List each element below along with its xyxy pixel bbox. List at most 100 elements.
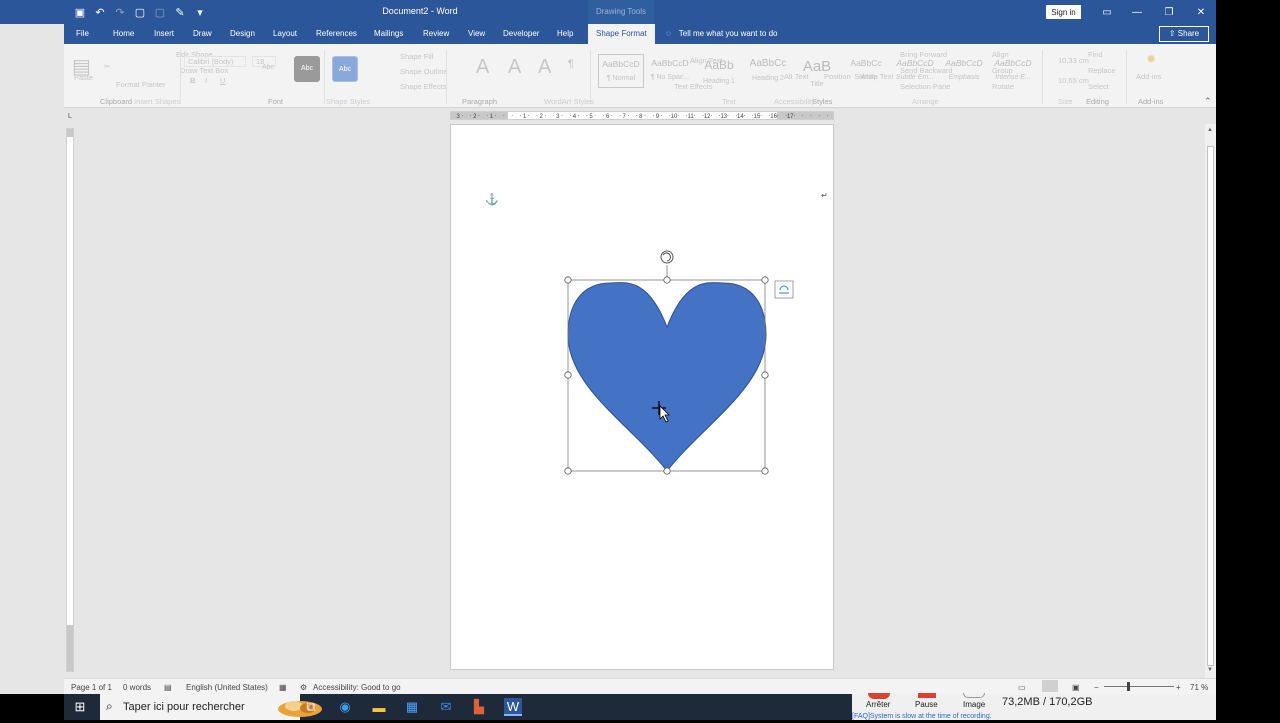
align-button[interactable]: Align — [992, 50, 1009, 59]
wordart-a2-icon[interactable]: A — [508, 56, 521, 79]
shape-height-box[interactable]: 10,33 cm — [1058, 56, 1089, 65]
document-page[interactable]: ⚓ ↵ — [450, 124, 834, 670]
scrollbar-thumb[interactable] — [1207, 146, 1214, 666]
shape-width-box[interactable]: 10,65 cm — [1058, 76, 1089, 85]
tab-developer[interactable]: Developer — [503, 24, 539, 44]
language-indicator[interactable]: English (United States) — [186, 683, 268, 692]
resize-handle-sw[interactable] — [564, 467, 572, 475]
ribbon-display-options-icon[interactable]: ▭ — [1092, 0, 1122, 24]
underline-button[interactable]: U — [220, 76, 225, 85]
selection-pane-button[interactable]: Selection Pane — [900, 82, 950, 91]
add-ins-button[interactable]: Add-ins — [1136, 72, 1161, 81]
scroll-up-icon[interactable]: ▲ — [1207, 127, 1213, 133]
share-button[interactable]: ⇧ Share — [1159, 26, 1209, 42]
word-count[interactable]: 0 words — [123, 683, 151, 692]
camera-icon[interactable] — [963, 693, 985, 698]
zoom-slider-thumb[interactable] — [1127, 682, 1130, 691]
style-subtitle[interactable]: AaBbCc Subtitle — [843, 54, 889, 88]
file-explorer-icon[interactable]: ▬ — [370, 698, 388, 716]
style-normal[interactable]: AaBbCcD ¶ Normal — [598, 54, 644, 88]
tab-insert[interactable]: Insert — [154, 24, 174, 44]
print-layout-icon[interactable] — [1042, 680, 1058, 692]
style-title[interactable]: AaB Title — [794, 54, 840, 88]
style-heading-2[interactable]: AaBbCc Heading 2 — [745, 54, 791, 88]
format-painter-button[interactable]: Format Painter — [116, 80, 166, 89]
minimize-button[interactable]: — — [1122, 0, 1152, 24]
wordart-a3-icon[interactable]: A — [538, 56, 551, 79]
resize-handle-se[interactable] — [761, 467, 769, 475]
bring-forward-button[interactable]: Bring Forward — [900, 50, 947, 59]
sign-in-button[interactable]: Sign in — [1046, 5, 1081, 19]
shape-style-gray[interactable]: Abc — [294, 56, 320, 82]
resize-handle-w[interactable] — [564, 371, 572, 379]
select-button[interactable]: Select — [1088, 82, 1109, 91]
tab-layout[interactable]: Layout — [273, 24, 297, 44]
add-ins-icon[interactable]: ✹ — [1146, 52, 1156, 66]
accessibility-status[interactable]: Accessibility: Good to go — [313, 683, 401, 692]
tab-home[interactable]: Home — [113, 24, 134, 44]
store-icon[interactable]: ▦ — [403, 698, 421, 716]
proofing-icon[interactable]: ▤ — [164, 683, 172, 692]
send-backward-button[interactable]: Send Backward — [900, 66, 953, 75]
font-name-box[interactable]: Calibri (Body) — [184, 56, 246, 67]
taskbar-search[interactable]: ⌕ Taper ici pour rechercher — [100, 694, 322, 720]
task-view-icon[interactable]: ⧉ — [302, 698, 320, 716]
cut-icon[interactable]: ✂ — [104, 62, 110, 71]
wordart-a-icon[interactable]: A — [476, 56, 489, 79]
wrap-text-button[interactable]: Wrap Text — [860, 72, 894, 81]
shape-outline-button[interactable]: Shape Outline — [400, 67, 448, 76]
resize-handle-nw[interactable] — [564, 276, 572, 284]
record-stop-icon[interactable] — [868, 693, 890, 699]
tab-review[interactable]: Review — [423, 24, 449, 44]
mail-icon[interactable]: ✉ — [437, 698, 455, 716]
pause-icon[interactable] — [918, 693, 936, 698]
edge-icon[interactable]: ◉ — [336, 698, 354, 716]
shape-style-blue[interactable]: Abc — [332, 56, 358, 82]
position-button[interactable]: Position — [824, 72, 851, 81]
group-button[interactable]: Group — [992, 66, 1013, 75]
resize-handle-e[interactable] — [761, 371, 769, 379]
windows-start-icon[interactable]: ⊞ — [71, 698, 89, 716]
image-button[interactable]: Image — [963, 700, 985, 709]
tab-view[interactable]: View — [468, 24, 485, 44]
tab-references[interactable]: References — [316, 24, 357, 44]
zoom-level[interactable]: 71 % — [1190, 683, 1208, 692]
italic-button[interactable]: I — [205, 76, 207, 85]
style-no-spacing[interactable]: AaBbCcD ¶ No Spac... — [647, 54, 693, 88]
track-changes-icon[interactable]: ▦ — [279, 683, 287, 692]
close-button[interactable]: ✕ — [1186, 0, 1216, 24]
tab-draw[interactable]: Draw — [193, 24, 212, 44]
heart-shape[interactable] — [567, 282, 767, 472]
tab-selector[interactable]: L — [66, 113, 74, 123]
resize-handle-ne[interactable] — [761, 276, 769, 284]
web-layout-icon[interactable]: ▣ — [1072, 683, 1080, 692]
zoom-slider[interactable] — [1104, 686, 1174, 687]
replace-button[interactable]: Replace — [1088, 66, 1116, 75]
tab-file[interactable]: File — [76, 24, 89, 44]
resize-handle-s[interactable] — [663, 467, 671, 475]
find-button[interactable]: Find — [1088, 50, 1103, 59]
collapse-ribbon-icon[interactable]: ⌃ — [1204, 96, 1212, 107]
draw-text-box-button[interactable]: Draw Text Box — [180, 66, 228, 75]
recorder-message[interactable]: [FAQ]System is slow at the time of recor… — [852, 713, 992, 720]
tell-me-search[interactable]: ◌ Tell me what you want to do — [666, 24, 777, 44]
tab-mailings[interactable]: Mailings — [374, 24, 403, 44]
style-heading-1[interactable]: AaBb Heading 1 — [696, 54, 742, 88]
layout-options-button[interactable] — [774, 280, 794, 299]
office-icon[interactable]: ▙ — [470, 698, 488, 716]
word-taskbar-icon[interactable]: W — [504, 698, 522, 716]
shape-fill-button[interactable]: Shape Fill — [400, 52, 433, 61]
stop-button[interactable]: Arrêter — [866, 700, 890, 709]
shape-effects-button[interactable]: Shape Effects — [400, 82, 447, 91]
tab-help[interactable]: Help — [557, 24, 573, 44]
bold-button[interactable]: B — [190, 76, 195, 85]
scroll-down-icon[interactable]: ▼ — [1207, 667, 1213, 673]
focus-mode-icon[interactable]: ▭ — [1018, 683, 1026, 692]
resize-handle-n[interactable] — [663, 276, 671, 284]
pause-button[interactable]: Pause — [915, 700, 938, 709]
zoom-out-icon[interactable]: − — [1094, 683, 1099, 692]
vertical-scrollbar[interactable]: ▲ ▼ — [1205, 124, 1216, 678]
tab-design[interactable]: Design — [230, 24, 255, 44]
zoom-in-icon[interactable]: + — [1176, 683, 1181, 692]
show-marks-icon[interactable]: ¶ — [568, 58, 574, 70]
